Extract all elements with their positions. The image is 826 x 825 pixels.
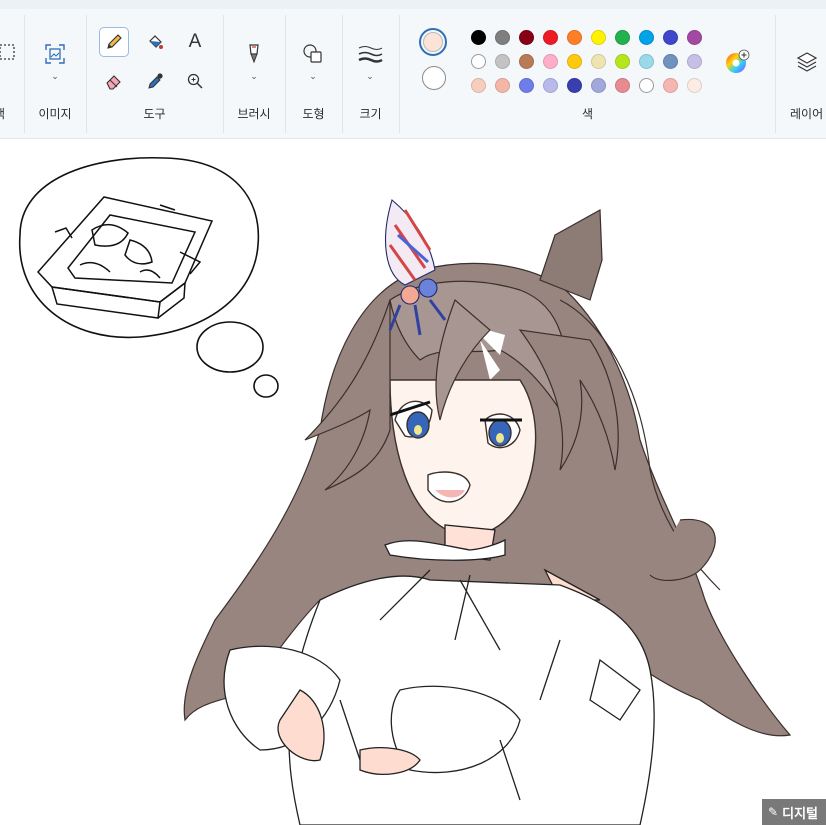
group-brushes: ⌄ 브러시 — [224, 9, 284, 131]
color-swatch[interactable] — [567, 78, 582, 93]
line-size-icon — [358, 46, 383, 63]
group-label-colors: 색 — [581, 107, 594, 121]
color-swatch[interactable] — [615, 78, 630, 93]
group-label-selection: 택 — [0, 105, 25, 122]
layers-button[interactable] — [792, 47, 822, 77]
magnifier-icon — [187, 73, 203, 89]
color-swatch[interactable] — [687, 78, 702, 93]
brushes-button[interactable] — [239, 39, 269, 69]
color-swatch[interactable] — [591, 54, 606, 69]
selection-icon — [0, 44, 15, 60]
fill-bucket-icon — [149, 35, 163, 49]
group-label-size: 크기 — [359, 107, 382, 121]
group-label-shapes: 도형 — [302, 107, 325, 121]
color-picker-icon — [148, 73, 163, 89]
color-swatch[interactable] — [471, 54, 486, 69]
brush-icon — [249, 44, 259, 64]
color-swatch[interactable] — [567, 54, 582, 69]
color-swatch[interactable] — [567, 30, 582, 45]
ribbon-toolbar: 택 ⌄ 이미지 A — [0, 9, 826, 139]
group-tools: A 도구 — [87, 9, 222, 131]
color-wheel-icon — [726, 49, 750, 73]
color-swatch[interactable] — [639, 54, 654, 69]
color-swatch[interactable] — [591, 78, 606, 93]
shapes-icon — [303, 44, 322, 63]
color-swatch[interactable] — [495, 54, 510, 69]
group-shapes: ⌄ 도형 — [286, 9, 341, 131]
eraser-icon — [106, 75, 121, 90]
watermark-text: 디지털 — [782, 805, 818, 821]
thought-bubble — [18, 156, 279, 398]
color2[interactable] — [422, 66, 446, 90]
color-swatch[interactable] — [519, 30, 534, 45]
color-swatch[interactable] — [663, 78, 678, 93]
color-swatch[interactable] — [687, 54, 702, 69]
color-swatch[interactable] — [495, 30, 510, 45]
color-swatch[interactable] — [519, 54, 534, 69]
color-swatch[interactable] — [519, 78, 534, 93]
group-selection: 택 — [0, 9, 25, 131]
color-swatch[interactable] — [543, 54, 558, 69]
color-swatch[interactable] — [471, 30, 486, 45]
color-swatch[interactable] — [687, 30, 702, 45]
color1-selected[interactable] — [419, 28, 447, 56]
group-label-layers: 레이어 — [790, 107, 824, 121]
group-label-tools: 도구 — [143, 107, 166, 121]
pencil-icon — [107, 34, 122, 49]
title-strip — [0, 0, 826, 9]
size-button[interactable] — [355, 39, 385, 69]
chevron-down-icon[interactable]: ⌄ — [244, 71, 264, 82]
watermark: ✎ 디지털 — [762, 799, 826, 825]
color-swatch[interactable] — [615, 30, 630, 45]
text-icon: A — [188, 31, 202, 52]
eraser-button[interactable] — [99, 66, 129, 96]
select-rect-button[interactable] — [0, 37, 22, 67]
group-label-image: 이미지 — [38, 107, 72, 121]
group-colors: 색 — [400, 9, 775, 131]
group-size: ⌄ 크기 — [343, 9, 398, 131]
shapes-button[interactable] — [298, 39, 328, 69]
group-image: ⌄ 이미지 — [25, 9, 85, 131]
group-label-brushes: 브러시 — [237, 107, 271, 121]
pencil-button[interactable] — [99, 27, 129, 57]
color-swatch[interactable] — [591, 30, 606, 45]
image-crop-icon — [45, 44, 65, 64]
chevron-down-icon[interactable]: ⌄ — [360, 71, 380, 82]
color-swatch[interactable] — [663, 30, 678, 45]
chevron-down-icon[interactable]: ⌄ — [303, 71, 323, 82]
drawing-canvas[interactable]: ✎ 디지털 — [0, 139, 826, 825]
color-swatch[interactable] — [471, 78, 486, 93]
color-swatch[interactable] — [639, 30, 654, 45]
watermark-logo-icon: ✎ — [768, 805, 779, 819]
text-button[interactable]: A — [180, 27, 210, 57]
layers-icon — [796, 52, 818, 72]
color-swatch[interactable] — [615, 54, 630, 69]
color-picker-button[interactable] — [140, 66, 170, 96]
group-layers: 레이어 — [776, 9, 826, 131]
chevron-down-icon[interactable]: ⌄ — [45, 71, 65, 82]
magnifier-button[interactable] — [180, 66, 210, 96]
fill-button[interactable] — [140, 27, 170, 57]
color-swatch[interactable] — [543, 30, 558, 45]
canvas-artwork — [18, 156, 792, 825]
color-swatch[interactable] — [663, 54, 678, 69]
edit-colors-button[interactable] — [722, 47, 752, 77]
color-swatch[interactable] — [639, 78, 654, 93]
color-swatch[interactable] — [495, 78, 510, 93]
color-swatch[interactable] — [543, 78, 558, 93]
image-resize-button[interactable] — [40, 39, 70, 69]
